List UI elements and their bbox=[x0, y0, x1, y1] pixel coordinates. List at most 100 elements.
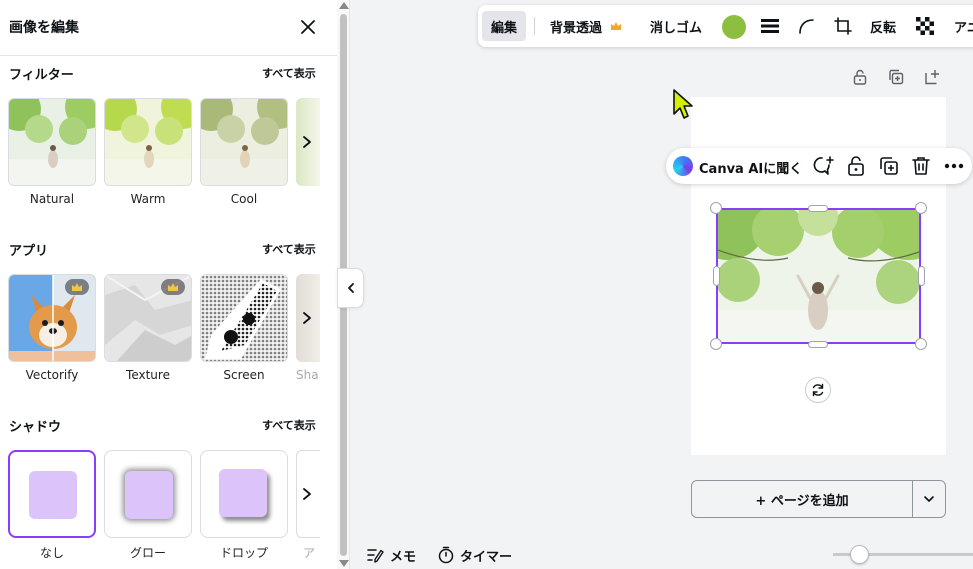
app-texture-thumb[interactable] bbox=[104, 274, 192, 362]
scroll-down-icon[interactable] bbox=[339, 560, 349, 567]
timer-button[interactable]: タイマー bbox=[437, 545, 512, 565]
ask-canva-ai-button[interactable]: Canva AIに聞く bbox=[699, 158, 802, 177]
shadows-next-button[interactable] bbox=[296, 450, 318, 538]
notes-button[interactable]: メモ bbox=[367, 545, 416, 565]
rotate-icon bbox=[812, 383, 824, 397]
flip-button[interactable]: 反転 bbox=[870, 11, 896, 41]
filter-warm-thumb[interactable] bbox=[104, 98, 192, 186]
rotate-button[interactable] bbox=[805, 377, 831, 403]
shadows-section-title: シャドウ bbox=[9, 420, 62, 435]
add-page-icon-button[interactable] bbox=[922, 67, 942, 87]
close-button[interactable] bbox=[296, 15, 320, 39]
filter-natural-label: Natural bbox=[29, 192, 75, 206]
app-vectorify-thumb[interactable] bbox=[8, 274, 96, 362]
notes-icon bbox=[367, 549, 384, 563]
resize-handle-top-right[interactable] bbox=[915, 202, 927, 214]
mouse-pointer-icon bbox=[673, 89, 693, 119]
image-toolbar: 編集 背景透過 消しゴム 反転 アニ bbox=[478, 5, 973, 47]
app-screen-label: Screen bbox=[223, 368, 265, 382]
comment-button[interactable] bbox=[812, 154, 836, 178]
resize-handle-right[interactable] bbox=[918, 266, 925, 286]
filter-warm-label: Warm bbox=[130, 192, 166, 206]
shadow-glow-card[interactable] bbox=[104, 450, 192, 538]
filters-see-all-link[interactable]: すべて表示 bbox=[262, 65, 316, 81]
resize-handle-top[interactable] bbox=[808, 205, 828, 212]
delete-element-button[interactable] bbox=[909, 154, 933, 178]
animate-button[interactable]: アニ bbox=[954, 11, 973, 41]
apps-section-title: アプリ bbox=[9, 244, 49, 259]
app-screen-thumb[interactable] bbox=[200, 274, 288, 362]
shadow-none-label: なし bbox=[39, 546, 64, 560]
filter-natural-thumb[interactable] bbox=[8, 98, 96, 186]
chevron-down-icon bbox=[924, 496, 934, 502]
add-page-dropdown-button[interactable] bbox=[912, 480, 946, 518]
duplicate-element-button[interactable] bbox=[877, 154, 901, 178]
resize-handle-top-left[interactable] bbox=[710, 202, 722, 214]
remove-background-button[interactable]: 背景透過 bbox=[550, 11, 622, 41]
resize-handle-bottom-left[interactable] bbox=[710, 338, 722, 350]
corner-rounding-button[interactable] bbox=[796, 11, 816, 41]
selected-image[interactable] bbox=[716, 208, 921, 344]
shadow-preview bbox=[219, 469, 267, 517]
chevron-right-icon bbox=[303, 136, 311, 148]
shadow-drop-card[interactable] bbox=[200, 450, 288, 538]
eraser-button[interactable]: 消しゴム bbox=[650, 11, 702, 41]
collapse-panel-button[interactable] bbox=[337, 268, 364, 308]
unlock-icon bbox=[853, 69, 867, 85]
lock-page-button[interactable] bbox=[850, 67, 870, 87]
app-texture-label: Texture bbox=[126, 368, 170, 382]
panel-header: 画像を編集 bbox=[0, 0, 337, 56]
timer-label: タイマー bbox=[460, 549, 513, 565]
border-style-button[interactable] bbox=[760, 11, 780, 41]
crown-icon bbox=[72, 283, 82, 291]
shadow-preview bbox=[29, 471, 77, 519]
filter-cool-label: Cool bbox=[230, 192, 258, 206]
corner-rounding-icon bbox=[799, 19, 814, 34]
more-options-button[interactable] bbox=[942, 154, 966, 178]
apps-see-all-link[interactable]: すべて表示 bbox=[262, 241, 316, 257]
element-context-bar: Canva AIに聞く bbox=[666, 148, 972, 184]
apps-next-button[interactable] bbox=[296, 274, 318, 362]
premium-badge bbox=[161, 279, 185, 295]
close-icon bbox=[301, 20, 315, 34]
crop-button[interactable] bbox=[832, 11, 854, 41]
notes-label: メモ bbox=[390, 549, 417, 565]
chevron-left-icon bbox=[347, 283, 354, 293]
shadow-none-card[interactable] bbox=[8, 450, 96, 538]
app-sha-label: Sha bbox=[296, 368, 319, 382]
lock-element-button[interactable] bbox=[844, 154, 868, 178]
unlock-icon bbox=[848, 156, 864, 176]
toolbar-divider bbox=[534, 17, 535, 35]
trash-icon bbox=[912, 157, 930, 175]
duplicate-icon bbox=[889, 69, 904, 85]
crown-icon bbox=[611, 22, 622, 30]
duplicate-page-button[interactable] bbox=[886, 67, 906, 87]
shadow-a-label: ア bbox=[303, 546, 316, 560]
scroll-up-icon[interactable] bbox=[339, 2, 349, 9]
remove-background-label: 背景透過 bbox=[550, 20, 603, 36]
resize-handle-left[interactable] bbox=[713, 266, 720, 286]
shadow-drop-label: ドロップ bbox=[219, 546, 268, 560]
color-picker-button[interactable] bbox=[722, 15, 746, 39]
timer-icon bbox=[438, 546, 454, 564]
crown-icon bbox=[168, 283, 178, 291]
shadow-glow-label: グロー bbox=[129, 546, 166, 560]
canva-ai-logo-icon bbox=[673, 156, 693, 176]
chevron-right-icon bbox=[303, 488, 311, 500]
comment-add-icon bbox=[813, 156, 834, 175]
panel-title: 画像を編集 bbox=[9, 20, 79, 36]
chevron-right-icon bbox=[303, 312, 311, 324]
resize-handle-bottom[interactable] bbox=[808, 341, 828, 348]
add-page-button[interactable]: + ページを追加 bbox=[691, 480, 913, 518]
premium-badge bbox=[65, 279, 89, 295]
more-horizontal-icon bbox=[944, 163, 964, 169]
filter-cool-thumb[interactable] bbox=[200, 98, 288, 186]
edit-button[interactable]: 編集 bbox=[482, 11, 526, 41]
zoom-slider-handle[interactable] bbox=[850, 545, 869, 564]
transparency-icon bbox=[916, 17, 934, 35]
transparency-button[interactable] bbox=[914, 11, 936, 41]
shadows-see-all-link[interactable]: すべて表示 bbox=[262, 417, 316, 433]
filters-section-title: フィルター bbox=[9, 68, 74, 83]
resize-handle-bottom-right[interactable] bbox=[915, 338, 927, 350]
filters-next-button[interactable] bbox=[296, 98, 318, 186]
